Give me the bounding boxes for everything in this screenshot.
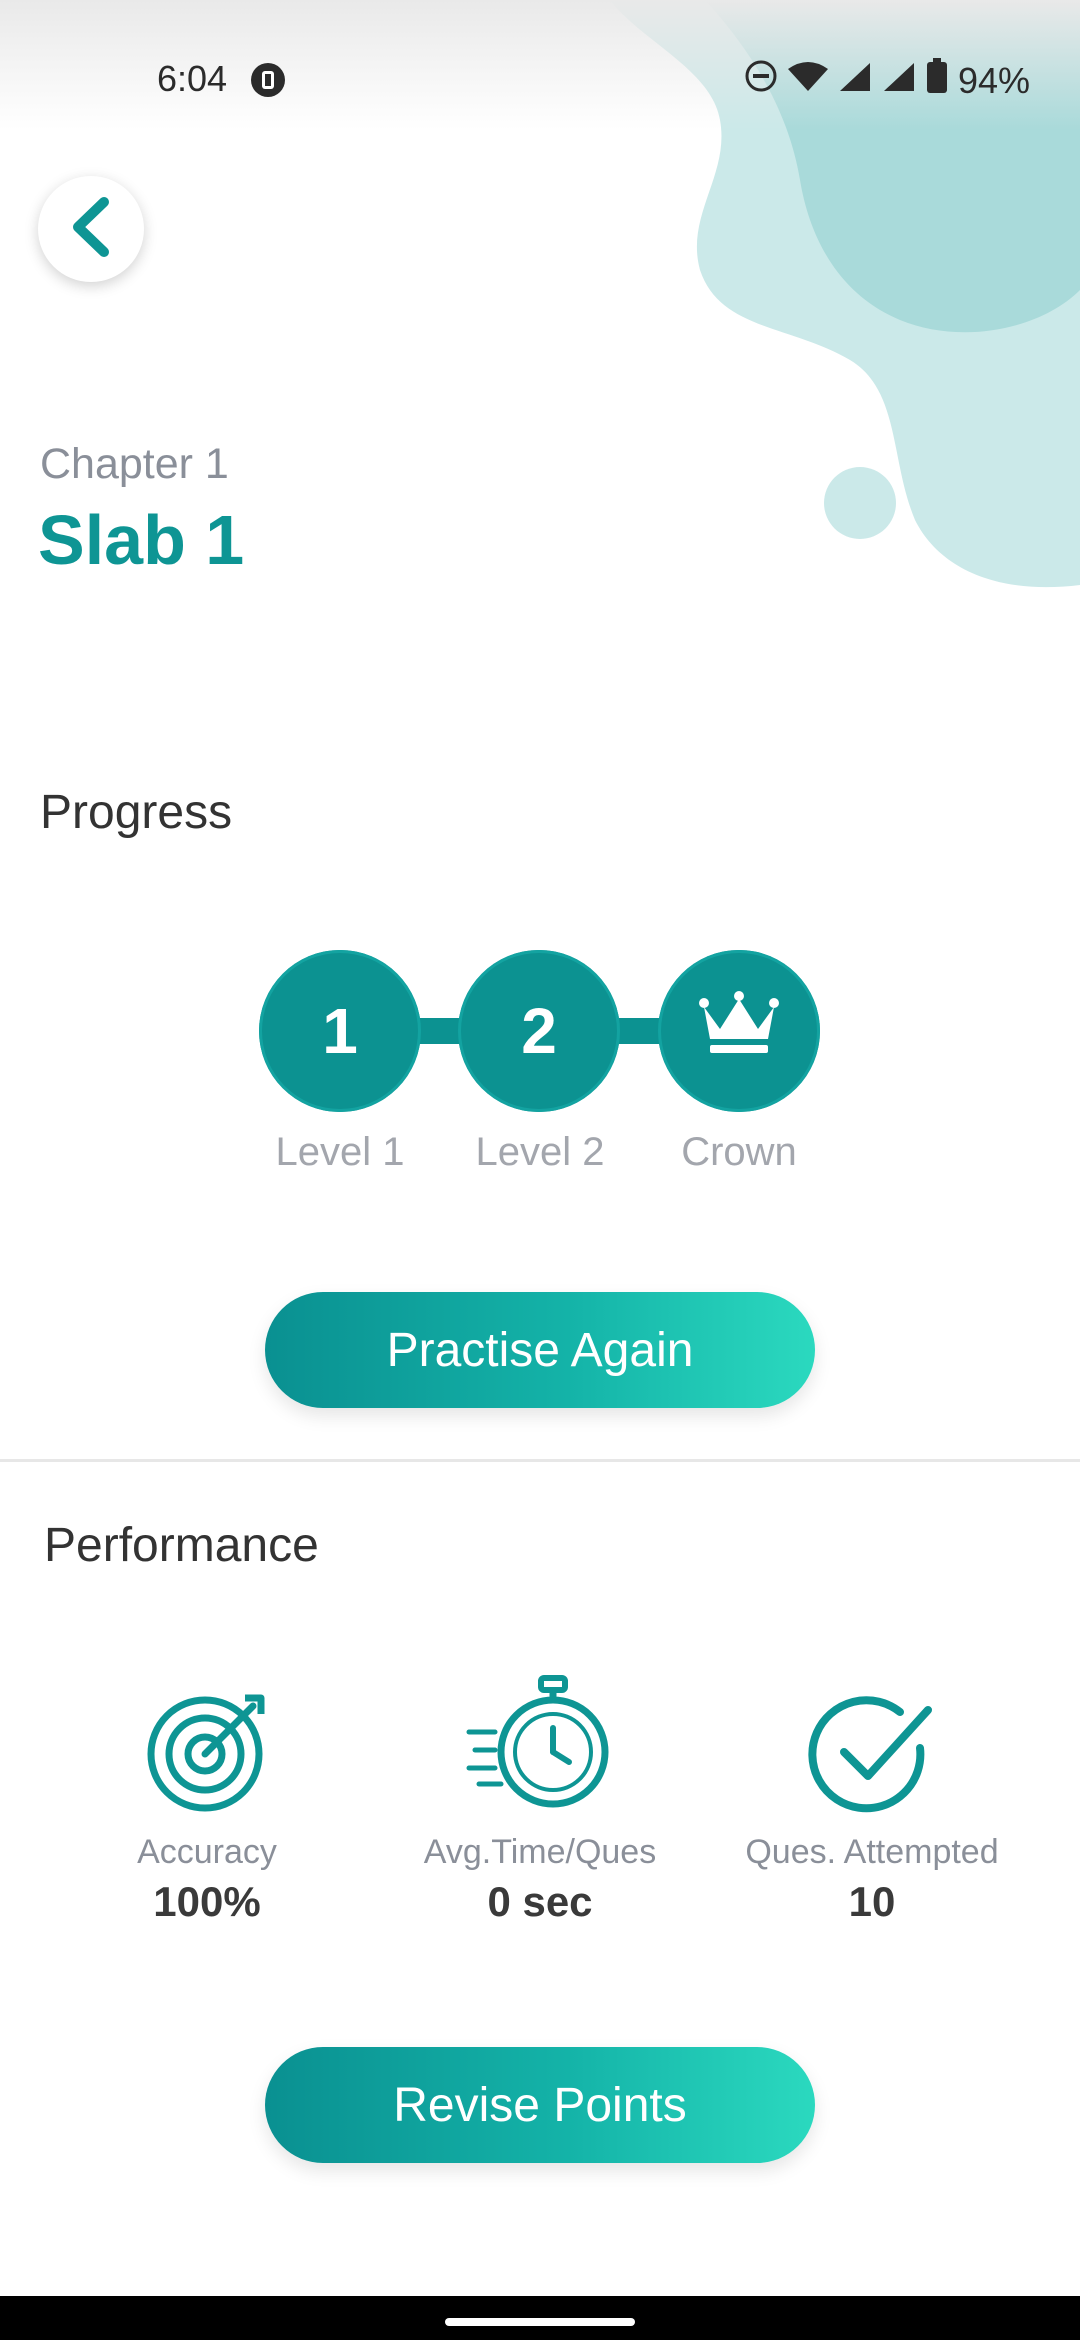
chevron-left-icon	[66, 196, 116, 263]
wifi-icon	[787, 60, 828, 102]
home-gesture-handle[interactable]	[445, 2318, 635, 2326]
progress-heading: Progress	[40, 786, 233, 839]
status-indicators: 94%	[744, 58, 1030, 103]
chapter-label: Chapter 1	[40, 440, 229, 488]
checkmark-icon	[808, 1690, 938, 1825]
avg-time-value: 0 sec	[487, 1878, 593, 1925]
signal-icon-2	[882, 60, 916, 102]
battery-icon	[926, 58, 948, 103]
status-time: 6:04	[157, 58, 228, 99]
page-title: Slab 1	[38, 501, 245, 579]
back-button[interactable]	[38, 176, 144, 282]
stopwatch-icon	[465, 1670, 615, 1825]
avg-time-label: Avg.Time/Ques	[423, 1833, 657, 1871]
accuracy-value: 100%	[153, 1878, 261, 1925]
performance-heading: Performance	[44, 1519, 319, 1572]
level-2-badge[interactable]: 2	[458, 950, 620, 1112]
crown-label: Crown	[681, 1130, 797, 1174]
revise-points-button[interactable]: Revise Points	[265, 2047, 815, 2163]
attempted-value: 10	[848, 1878, 896, 1925]
attempted-label: Ques. Attempted	[745, 1833, 999, 1871]
level-1-label: Level 1	[275, 1130, 405, 1174]
do-not-disturb-icon	[744, 59, 778, 102]
practise-again-button[interactable]: Practise Again	[265, 1292, 815, 1408]
signal-icon	[838, 60, 872, 102]
level-2-label: Level 2	[475, 1130, 605, 1174]
battery-percentage: 94%	[957, 59, 1030, 101]
section-divider	[0, 1459, 1080, 1462]
crown-icon	[698, 989, 780, 1074]
status-bar: 6:04 94%	[0, 0, 1080, 130]
accuracy-label: Accuracy	[137, 1833, 277, 1871]
level-1-badge[interactable]: 1	[259, 950, 421, 1112]
crown-badge[interactable]	[658, 950, 820, 1112]
target-icon	[145, 1690, 269, 1819]
notification-icon	[250, 62, 286, 103]
